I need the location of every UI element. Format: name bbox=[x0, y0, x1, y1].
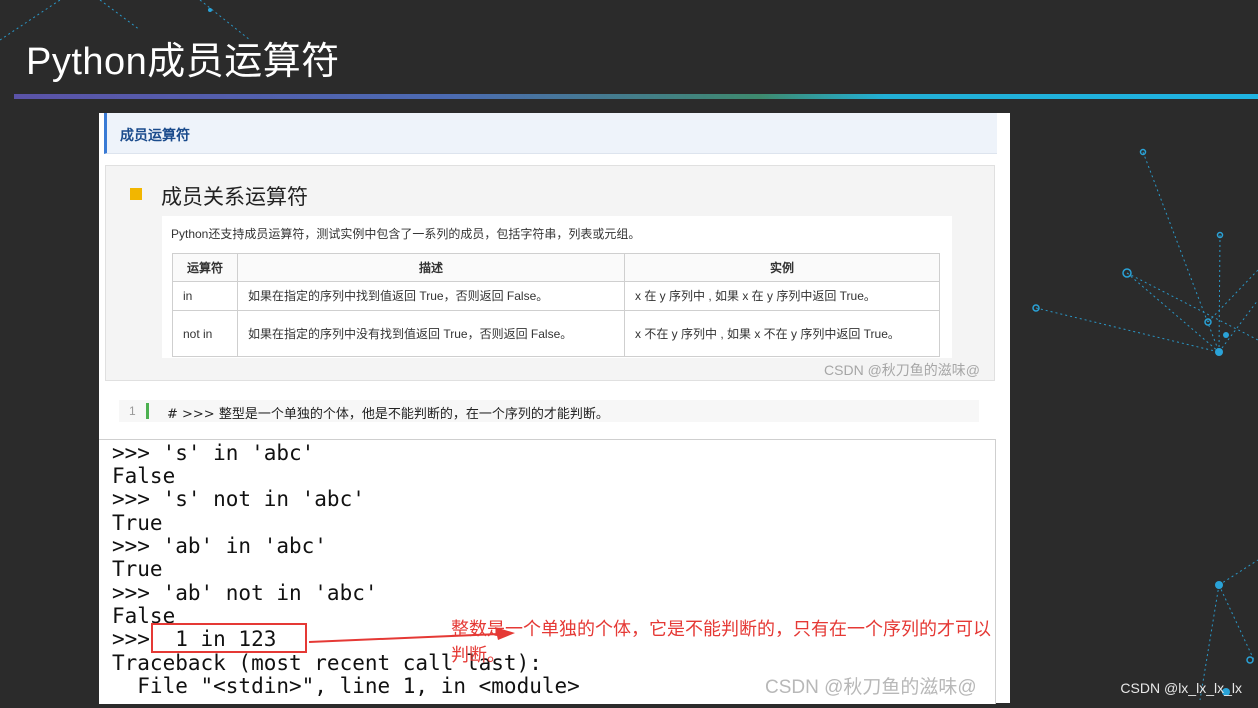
section-heading: 成员运算符 bbox=[120, 127, 190, 143]
line-number: 1 bbox=[129, 404, 136, 418]
console-line: True bbox=[112, 557, 163, 581]
console-line: False bbox=[112, 464, 176, 488]
console-line: >>> 's' not in 'abc' bbox=[112, 487, 365, 511]
table-header: 实例 bbox=[624, 253, 940, 282]
code-comment: # >>> 整型是一个单独的个体，他是不能判断的，在一个序列的才能判断。 bbox=[167, 407, 609, 422]
table-header: 描述 bbox=[237, 253, 625, 282]
table-header-row: 运算符 描述 实例 bbox=[172, 253, 940, 282]
footer-watermark: CSDN @lx_lx_lx_lx bbox=[1120, 680, 1242, 696]
annotation-note: 整数是一个单独的个体，它是不能判断的，只有在一个序列的才可以判断。 bbox=[451, 619, 991, 665]
line-marker bbox=[146, 403, 149, 419]
table-cell: 如果在指定的序列中找到值返回 True，否则返回 False。 bbox=[237, 281, 625, 311]
section-header: 成员运算符 bbox=[104, 113, 997, 154]
highlight-box bbox=[151, 623, 307, 653]
slide-title: Python成员运算符 bbox=[26, 41, 340, 83]
table-cell: in bbox=[172, 281, 238, 311]
title-underline bbox=[14, 94, 1258, 99]
table-row: in 如果在指定的序列中找到值返回 True，否则返回 False。 x 在 y… bbox=[172, 281, 940, 311]
console-watermark: CSDN @秋刀鱼的滋味@ bbox=[765, 677, 977, 698]
table-cell: not in bbox=[172, 310, 238, 357]
bullet-square-icon bbox=[130, 188, 142, 200]
code-line: 1 # >>> 整型是一个单独的个体，他是不能判断的，在一个序列的才能判断。 bbox=[119, 400, 979, 422]
python-console: >>> 's' in 'abc' False >>> 's' not in 'a… bbox=[99, 439, 996, 704]
table-row: not in 如果在指定的序列中没有找到值返回 True，否则返回 False。… bbox=[172, 310, 940, 357]
card-body: Python还支持成员运算符，测试实例中包含了一系列的成员，包括字符串，列表或元… bbox=[162, 216, 952, 358]
table-cell: x 在 y 序列中 , 如果 x 在 y 序列中返回 True。 bbox=[624, 281, 940, 311]
console-line: >>> 's' in 'abc' bbox=[112, 441, 315, 465]
screenshot-panel: 成员运算符 成员关系运算符 Python还支持成员运算符，测试实例中包含了一系列… bbox=[99, 113, 1010, 704]
card-title: 成员关系运算符 bbox=[161, 186, 308, 209]
card-watermark: CSDN @秋刀鱼的滋味@ bbox=[824, 362, 980, 378]
operator-card: 成员关系运算符 Python还支持成员运算符，测试实例中包含了一系列的成员，包括… bbox=[105, 165, 995, 381]
console-line: File "<stdin>", line 1, in <module> bbox=[112, 674, 580, 698]
console-line: >>> 'ab' not in 'abc' bbox=[112, 581, 378, 605]
console-line: >>> 'ab' in 'abc' bbox=[112, 534, 327, 558]
table-cell: 如果在指定的序列中没有找到值返回 True，否则返回 False。 bbox=[237, 310, 625, 357]
operator-table: 运算符 描述 实例 in 如果在指定的序列中找到值返回 True，否则返回 Fa… bbox=[172, 253, 940, 357]
table-cell: x 不在 y 序列中 , 如果 x 不在 y 序列中返回 True。 bbox=[624, 310, 940, 357]
card-intro: Python还支持成员运算符，测试实例中包含了一系列的成员，包括字符串，列表或元… bbox=[171, 227, 641, 241]
console-line: True bbox=[112, 511, 163, 535]
table-header: 运算符 bbox=[172, 253, 238, 282]
